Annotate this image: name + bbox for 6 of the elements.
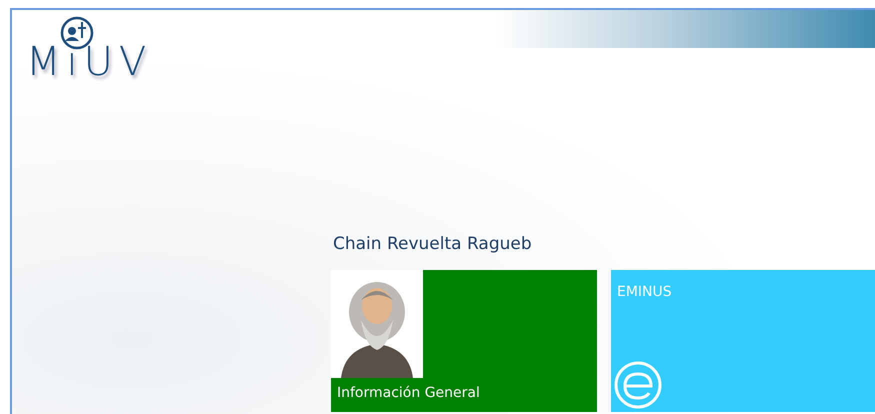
e-logo-icon (613, 360, 663, 410)
tile-label: Información General (337, 384, 480, 402)
tile-label: EMINUS (617, 282, 672, 302)
profile-tile[interactable]: Información General (331, 270, 597, 412)
logo-text: MiUV (26, 42, 152, 82)
user-name: Chain Revuelta Ragueb (333, 233, 532, 256)
